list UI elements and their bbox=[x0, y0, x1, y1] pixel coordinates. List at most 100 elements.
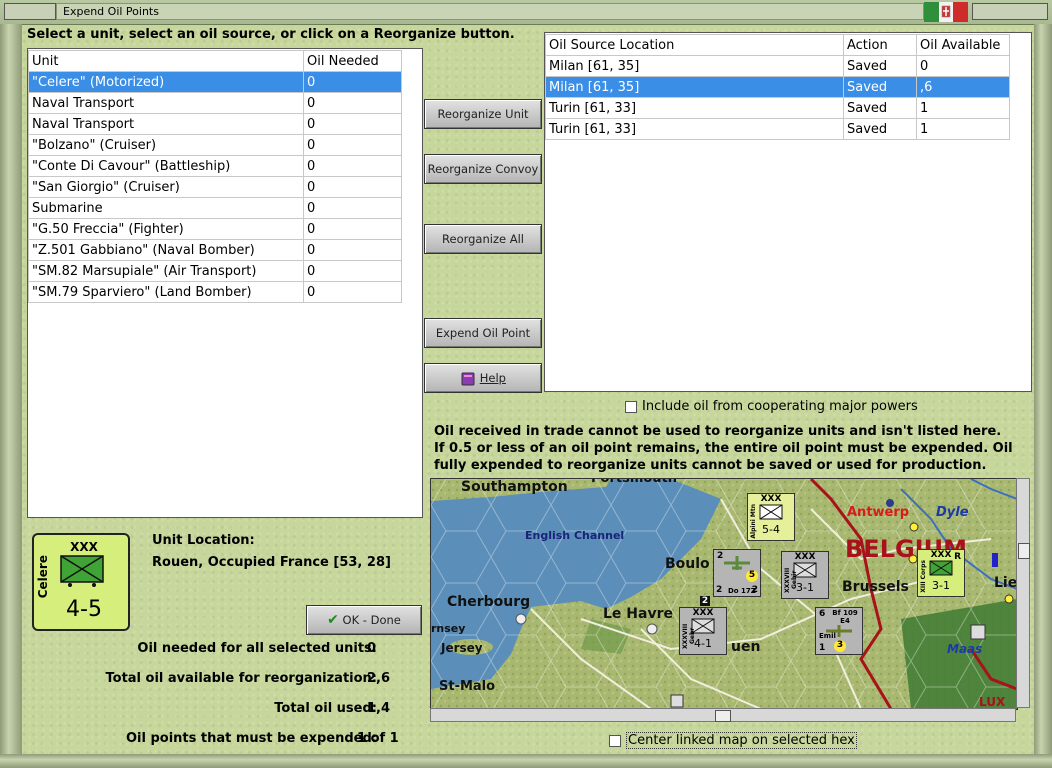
unit-counter-strength: 4-5 bbox=[66, 597, 102, 622]
oil-source-row[interactable]: Turin [61, 33] Saved 1 bbox=[545, 97, 1010, 119]
map-label-lux: LUX bbox=[979, 695, 1006, 709]
map-unit-alpini[interactable]: XXX Alpini Mtn 5-4 bbox=[747, 493, 795, 541]
unit-name-cell: "Celere" (Motorized) bbox=[28, 71, 304, 93]
stat-oil-needed-value: 0 bbox=[367, 641, 377, 656]
counter-size: XXX bbox=[794, 552, 816, 562]
reorganize-convoy-button[interactable]: Reorganize Convoy bbox=[424, 154, 542, 184]
stat-total-available-label: Total oil available for reorganization: bbox=[105, 671, 378, 686]
include-coop-checkbox[interactable] bbox=[625, 401, 637, 413]
unit-name-cell: "SM.82 Marsupiale" (Air Transport) bbox=[28, 260, 304, 282]
stat-row: Total oil used: 1,4 bbox=[27, 701, 407, 731]
stat-total-available-value: 2,6 bbox=[367, 671, 391, 686]
units-table: Unit Oil Needed "Celere" (Motorized) 0 Nav… bbox=[28, 50, 402, 303]
reorganize-unit-button[interactable]: Reorganize Unit bbox=[424, 99, 542, 129]
unit-oil-cell: 0 bbox=[303, 71, 402, 93]
oil-source-loc-cell: Milan [61, 35] bbox=[545, 76, 844, 98]
window-menu-button[interactable] bbox=[4, 3, 56, 20]
stat-total-used-value: 1,4 bbox=[367, 701, 391, 716]
stat-expended-value: 1 of 1 bbox=[357, 731, 399, 746]
unit-row[interactable]: Submarine 0 bbox=[28, 197, 402, 219]
center-map-checkbox[interactable] bbox=[609, 735, 621, 747]
counter-top: 6 bbox=[819, 609, 826, 619]
map-label-southampton: Southampton bbox=[461, 479, 568, 495]
counter-bottom: 2 bbox=[716, 585, 723, 595]
center-map-label: Center linked map on selected hex bbox=[626, 732, 857, 749]
units-panel[interactable]: Unit Oil Needed "Celere" (Motorized) 0 Nav… bbox=[27, 48, 423, 518]
unit-oil-cell: 0 bbox=[303, 239, 402, 261]
map-label-le-havre: Le Havre bbox=[603, 606, 673, 622]
counter-bottom: 1 bbox=[819, 643, 826, 653]
counter-name: XXXVIII Gebr bbox=[682, 623, 696, 649]
counter-label: Bf 109 E4 bbox=[832, 609, 858, 625]
map-label-brussels: Brussels bbox=[842, 579, 909, 595]
unit-oil-cell: 0 bbox=[303, 155, 402, 177]
oil-source-row[interactable]: Turin [61, 33] Saved 1 bbox=[545, 118, 1010, 140]
oil-source-row[interactable]: Milan [61, 35] Saved 0 bbox=[545, 55, 1010, 77]
map-unit-xiii[interactable]: XXX R XIII Corps 3-1 bbox=[917, 549, 965, 597]
oil-source-loc-cell: Turin [61, 33] bbox=[545, 118, 844, 140]
unit-name-cell: "G.50 Freccia" (Fighter) bbox=[28, 218, 304, 240]
oil-source-loc-cell: Turin [61, 33] bbox=[545, 97, 844, 119]
map-horizontal-scrollbar[interactable] bbox=[430, 708, 1016, 722]
unit-oil-cell: 0 bbox=[303, 113, 402, 135]
unit-location-label: Unit Location: bbox=[152, 533, 255, 548]
unit-row[interactable]: Naval Transport 0 bbox=[28, 113, 402, 135]
unit-row[interactable]: "Conte Di Cavour" (Battleship) 0 bbox=[28, 155, 402, 177]
map-label-jersey: Jersey bbox=[441, 641, 483, 655]
bomber-aircraft-icon bbox=[724, 556, 750, 570]
sources-panel[interactable]: Oil Source Location Action Oil Available… bbox=[544, 32, 1032, 392]
oil-source-action-cell: Saved bbox=[843, 55, 917, 77]
help-book-icon bbox=[461, 372, 475, 385]
unit-row[interactable]: "Z.501 Gabbiano" (Naval Bomber) 0 bbox=[28, 239, 402, 261]
reorganize-all-button[interactable]: Reorganize All bbox=[424, 224, 542, 254]
counter-name: XIII Corps bbox=[920, 560, 927, 593]
unit-row[interactable]: "Celere" (Motorized) 0 bbox=[28, 71, 402, 93]
sources-header-location: Oil Source Location bbox=[545, 34, 844, 56]
counter-name: Alpini Mtn bbox=[750, 504, 757, 539]
unit-row[interactable]: "G.50 Freccia" (Fighter) 0 bbox=[28, 218, 402, 240]
title-bar: Expend Oil Points bbox=[0, 0, 1052, 25]
window-controls[interactable] bbox=[972, 3, 1048, 20]
unit-name-cell: Naval Transport bbox=[28, 113, 304, 135]
map-unit-do17[interactable]: 2 2 Do 17Z 2 5 bbox=[713, 549, 761, 597]
unit-name-cell: "Conte Di Cavour" (Battleship) bbox=[28, 155, 304, 177]
oil-source-row[interactable]: Milan [61, 35] Saved ,6 bbox=[545, 76, 1010, 98]
map-vertical-scrollbar[interactable] bbox=[1016, 478, 1030, 708]
unit-row[interactable]: "SM.79 Sparviero" (Land Bomber) 0 bbox=[28, 281, 402, 303]
unit-name-cell: Submarine bbox=[28, 197, 304, 219]
map-label-portsmouth: Portsmouth bbox=[591, 478, 678, 486]
stats-block: Oil needed for all selected units: 0 Tota… bbox=[27, 641, 407, 761]
map-unit-bf109[interactable]: 6 Bf 109 E4 Emil 1 3 bbox=[815, 607, 863, 655]
linked-map[interactable]: Southampton Portsmouth English Channel A… bbox=[430, 478, 1018, 710]
map-horizontal-thumb[interactable] bbox=[715, 710, 731, 722]
ok-done-button[interactable]: ✔ OK - Done bbox=[306, 605, 422, 635]
map-label-maas: Maas bbox=[947, 642, 983, 656]
counter-top: 2 bbox=[717, 551, 724, 561]
oil-source-oil-cell: 0 bbox=[916, 55, 1010, 77]
sources-header-action: Action bbox=[843, 34, 917, 56]
counter-name: XXXVIII Gebir bbox=[784, 567, 798, 593]
counter-sub: Emil bbox=[819, 632, 836, 640]
map-label-antwerp: Antwerp bbox=[847, 505, 910, 520]
unit-counter-name: Celere bbox=[36, 555, 50, 599]
oil-source-action-cell: Saved bbox=[843, 97, 917, 119]
oil-source-loc-cell: Milan [61, 35] bbox=[545, 55, 844, 77]
expend-oil-point-button[interactable]: Expend Oil Point bbox=[424, 318, 542, 348]
unit-row[interactable]: "San Giorgio" (Cruiser) 0 bbox=[28, 176, 402, 198]
map-label-english-channel: English Channel bbox=[525, 529, 625, 542]
map-unit-xxxviii-2[interactable]: 2 XXX XXXVIII Gebr 4-1 bbox=[679, 596, 727, 655]
unit-row[interactable]: "SM.82 Marsupiale" (Air Transport) 0 bbox=[28, 260, 402, 282]
help-button[interactable]: Help bbox=[424, 363, 542, 393]
unit-row[interactable]: "Bolzano" (Cruiser) 0 bbox=[28, 134, 402, 156]
map-unit-xxxviii[interactable]: XXX XXXVIII Gebir 3-1 bbox=[781, 551, 829, 599]
unit-oil-cell: 0 bbox=[303, 281, 402, 303]
frame-right bbox=[1034, 24, 1052, 768]
units-header-oil: Oil Needed bbox=[303, 50, 402, 72]
map-label-boulogne: Boulo bbox=[665, 556, 710, 572]
map-label-rouen: uen bbox=[731, 639, 761, 655]
counter-num: 5 bbox=[746, 570, 758, 582]
unit-name-cell: "Bolzano" (Cruiser) bbox=[28, 134, 304, 156]
unit-row[interactable]: Naval Transport 0 bbox=[28, 92, 402, 114]
map-vertical-thumb[interactable] bbox=[1018, 543, 1030, 559]
include-coop-label: Include oil from cooperating major power… bbox=[642, 399, 918, 414]
